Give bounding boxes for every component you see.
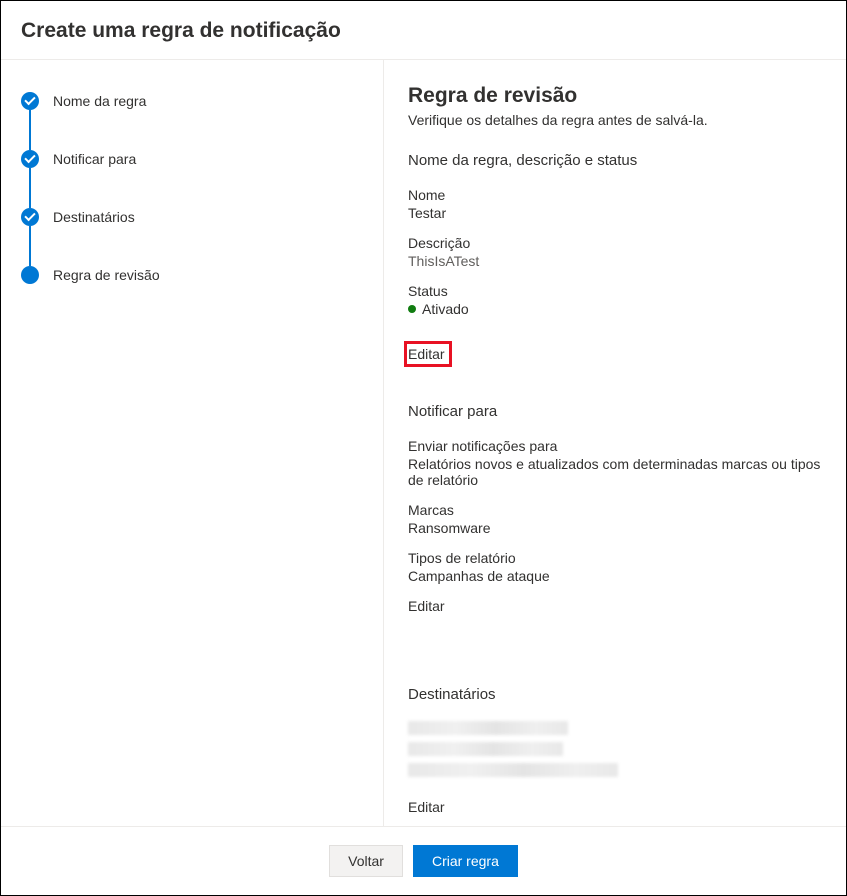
section-title: Destinatários [408,686,830,703]
field-value-send: Relatórios novos e atualizados com deter… [408,456,830,488]
dialog-title: Create uma regra de notificação [21,19,826,43]
edit-link-section1[interactable]: Editar [404,341,452,367]
step-label: Nome da regra [53,92,146,110]
edit-link-section3[interactable]: Editar [408,799,445,815]
page-subtitle: Verifique os detalhes da regra antes de … [408,112,830,128]
step-connector [29,110,31,150]
section-recipients: Destinatários Editar [408,686,830,826]
field-label-status: Status [408,283,830,299]
field-value-types: Campanhas de ataque [408,568,830,584]
field-label-description: Descrição [408,235,830,251]
redacted-recipient [408,721,568,735]
step-connector [29,168,31,208]
step-recipients[interactable]: Destinatários [21,208,363,266]
edit-link-section2[interactable]: Editar [408,598,445,614]
field-value-name: Testar [408,205,830,221]
field-label-name: Nome [408,187,830,203]
step-label: Destinatários [53,208,135,226]
create-rule-button[interactable]: Criar regra [413,845,518,877]
redacted-recipient [408,763,618,777]
back-button[interactable]: Voltar [329,845,403,877]
checkmark-icon [21,208,39,226]
section-title: Nome da regra, descrição e status [408,152,830,169]
wizard-sidebar: Nome da regra Notificar para Destinatári… [1,60,384,826]
checkmark-icon [21,92,39,110]
dialog-header: Create uma regra de notificação [1,1,846,60]
section-title: Notificar para [408,403,830,420]
field-value-description: ThisIsATest [408,253,830,269]
checkmark-icon [21,150,39,168]
field-label-send: Enviar notificações para [408,438,830,454]
status-dot-icon [408,305,416,313]
section-notify-for: Notificar para Enviar notificações para … [408,403,830,650]
step-notify-for[interactable]: Notificar para [21,150,363,208]
dialog-footer: Voltar Criar regra [1,826,846,895]
section-name-desc-status: Nome da regra, descrição e status Nome T… [408,152,830,403]
field-value-tags: Ransomware [408,520,830,536]
recipients-list [408,721,830,777]
field-label-types: Tipos de relatório [408,550,830,566]
step-label: Regra de revisão [53,266,160,284]
field-label-tags: Marcas [408,502,830,518]
status-row: Ativado [408,301,830,317]
step-label: Notificar para [53,150,136,168]
review-content: Regra de revisão Verifique os detalhes d… [384,60,846,826]
step-review-rule[interactable]: Regra de revisão [21,266,363,284]
current-step-icon [21,266,39,284]
field-value-status: Ativado [422,301,469,317]
dialog-body: Nome da regra Notificar para Destinatári… [1,60,846,826]
step-rule-name[interactable]: Nome da regra [21,92,363,150]
step-connector [29,226,31,266]
redacted-recipient [408,742,563,756]
wizard-steps: Nome da regra Notificar para Destinatári… [21,92,363,284]
page-title: Regra de revisão [408,84,830,108]
